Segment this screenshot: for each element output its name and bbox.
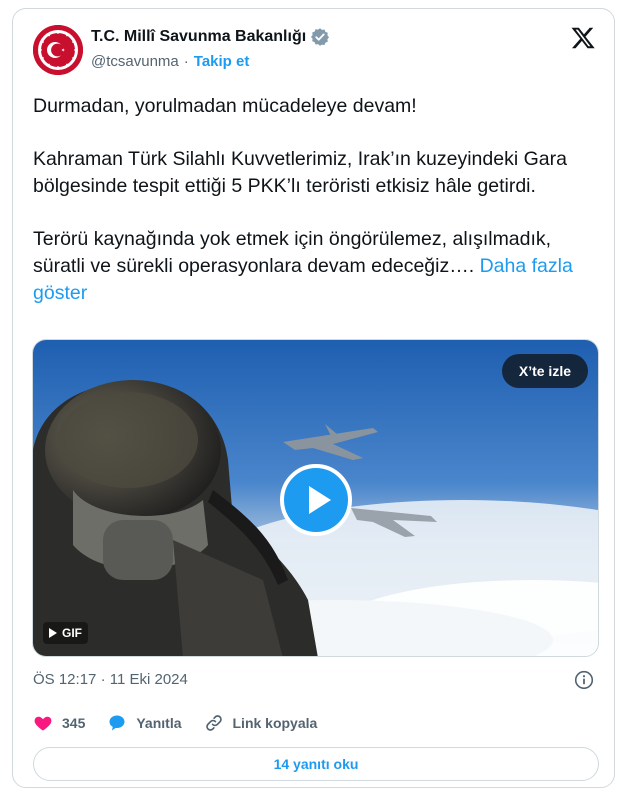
tweet-actions: 345 Yanıtla Link kopyala	[33, 713, 339, 733]
gif-badge: GIF	[43, 622, 88, 644]
reply-button[interactable]: Yanıtla	[107, 713, 182, 733]
watch-on-x-button[interactable]: X’te izle	[501, 354, 588, 388]
tweet-timestamp[interactable]: ÖS 12:17 · 11 Eki 2024	[33, 671, 188, 688]
tweet-paragraph-3-text: Terörü kaynağında yok etmek için öngörül…	[33, 228, 552, 277]
account-name-row: T.C. Millî Savunma Bakanlığı	[91, 27, 330, 47]
like-count: 345	[62, 715, 86, 731]
account-handle[interactable]: @tcsavunma	[91, 53, 179, 70]
tweet-paragraph-2: Kahraman Türk Silahlı Kuvvetlerimiz, Ira…	[33, 148, 567, 197]
reply-bubble-icon	[109, 715, 125, 731]
tweet-text: Durmadan, yorulmadan mücadeleye devam! K…	[33, 93, 593, 307]
reply-label: Yanıtla	[136, 715, 182, 731]
follow-button[interactable]: Takip et	[194, 53, 250, 70]
tweet-time: ÖS 12:17	[33, 671, 97, 688]
copy-link-button[interactable]: Link kopyala	[204, 713, 318, 733]
tweet-paragraph-3: Terörü kaynağında yok etmek için öngörül…	[33, 226, 593, 307]
account-name[interactable]: T.C. Millî Savunma Bakanlığı	[91, 28, 306, 46]
heart-icon	[34, 716, 52, 731]
play-button[interactable]	[280, 464, 352, 536]
copy-link-label: Link kopyala	[232, 715, 318, 731]
play-small-icon	[49, 628, 57, 638]
timestamp-separator: ·	[100, 671, 106, 688]
read-replies-button[interactable]: 14 yanıtı oku	[33, 747, 599, 781]
avatar[interactable]	[33, 25, 83, 75]
x-logo-icon[interactable]	[570, 25, 596, 51]
handle-row: @tcsavunma · Takip et	[91, 53, 249, 70]
play-icon	[309, 486, 331, 514]
tweet-date: 11 Eki 2024	[109, 671, 188, 688]
gif-label: GIF	[62, 626, 82, 640]
tweet-header: T.C. Millî Savunma Bakanlığı @tcsavunma …	[33, 23, 600, 79]
video-media[interactable]: X’te izle GIF	[32, 339, 599, 657]
tweet-paragraph-1: Durmadan, yorulmadan mücadeleye devam!	[33, 95, 417, 117]
tweet-card: T.C. Millî Savunma Bakanlığı @tcsavunma …	[12, 8, 615, 788]
verified-badge-icon	[310, 27, 330, 47]
like-button[interactable]: 345	[33, 713, 85, 733]
link-icon	[205, 715, 222, 731]
info-icon[interactable]	[574, 670, 594, 690]
handle-separator: ·	[183, 53, 189, 70]
